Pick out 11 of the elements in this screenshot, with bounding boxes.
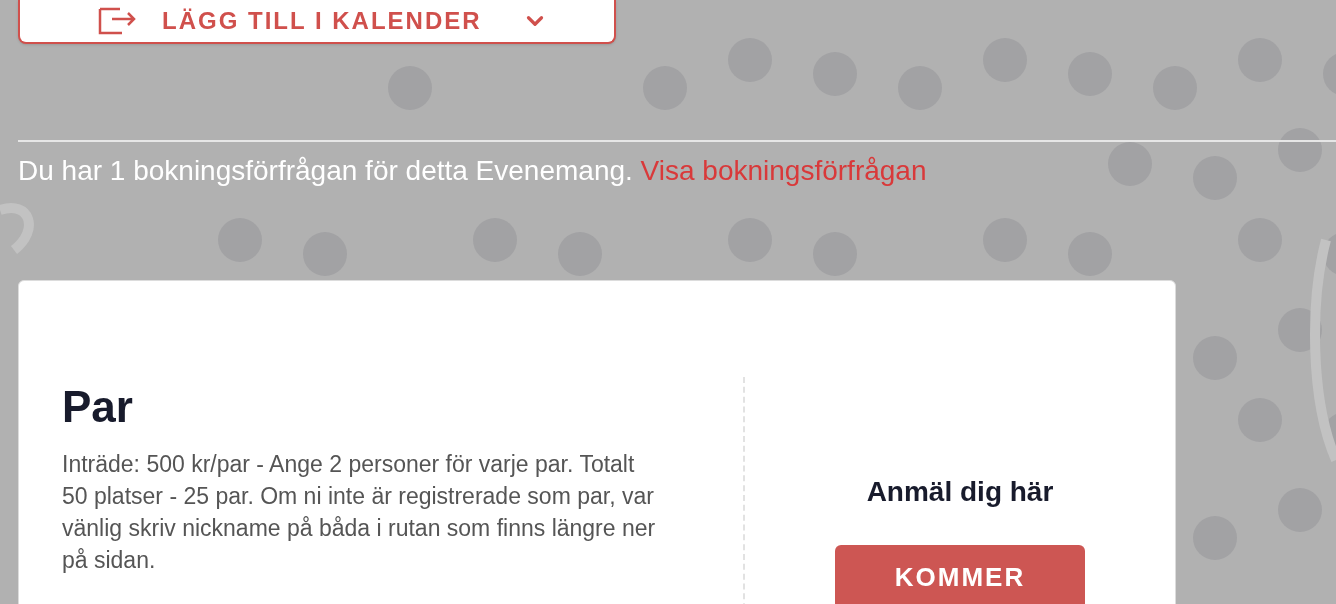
view-requests-link[interactable]: Visa bokningsförfrågan — [640, 155, 927, 186]
background-dot — [1278, 128, 1322, 172]
booking-notice: Du har 1 bokningsförfrågan för detta Evenemang. Visa bokningsförfrågan — [18, 154, 927, 188]
ticket-description: Inträde: 500 kr/par - Ange 2 personer för varje par. Totalt 50 platser - 25 par. Om ni inte är registrerade som par, var vänlig skriv nickname på båda i rutan som finns längre ner på sidan. — [62, 450, 657, 575]
background-dot — [1278, 308, 1322, 352]
attend-button[interactable]: KOMMER — [835, 545, 1085, 604]
calendar-export-icon — [98, 7, 138, 35]
signup-heading: Anmäl dig här — [866, 475, 1054, 509]
background-dot — [1108, 142, 1152, 186]
ticket-title: Par — [62, 381, 134, 433]
add-to-calendar-button[interactable]: LÄGG TILL I KALENDER — [18, 0, 616, 44]
